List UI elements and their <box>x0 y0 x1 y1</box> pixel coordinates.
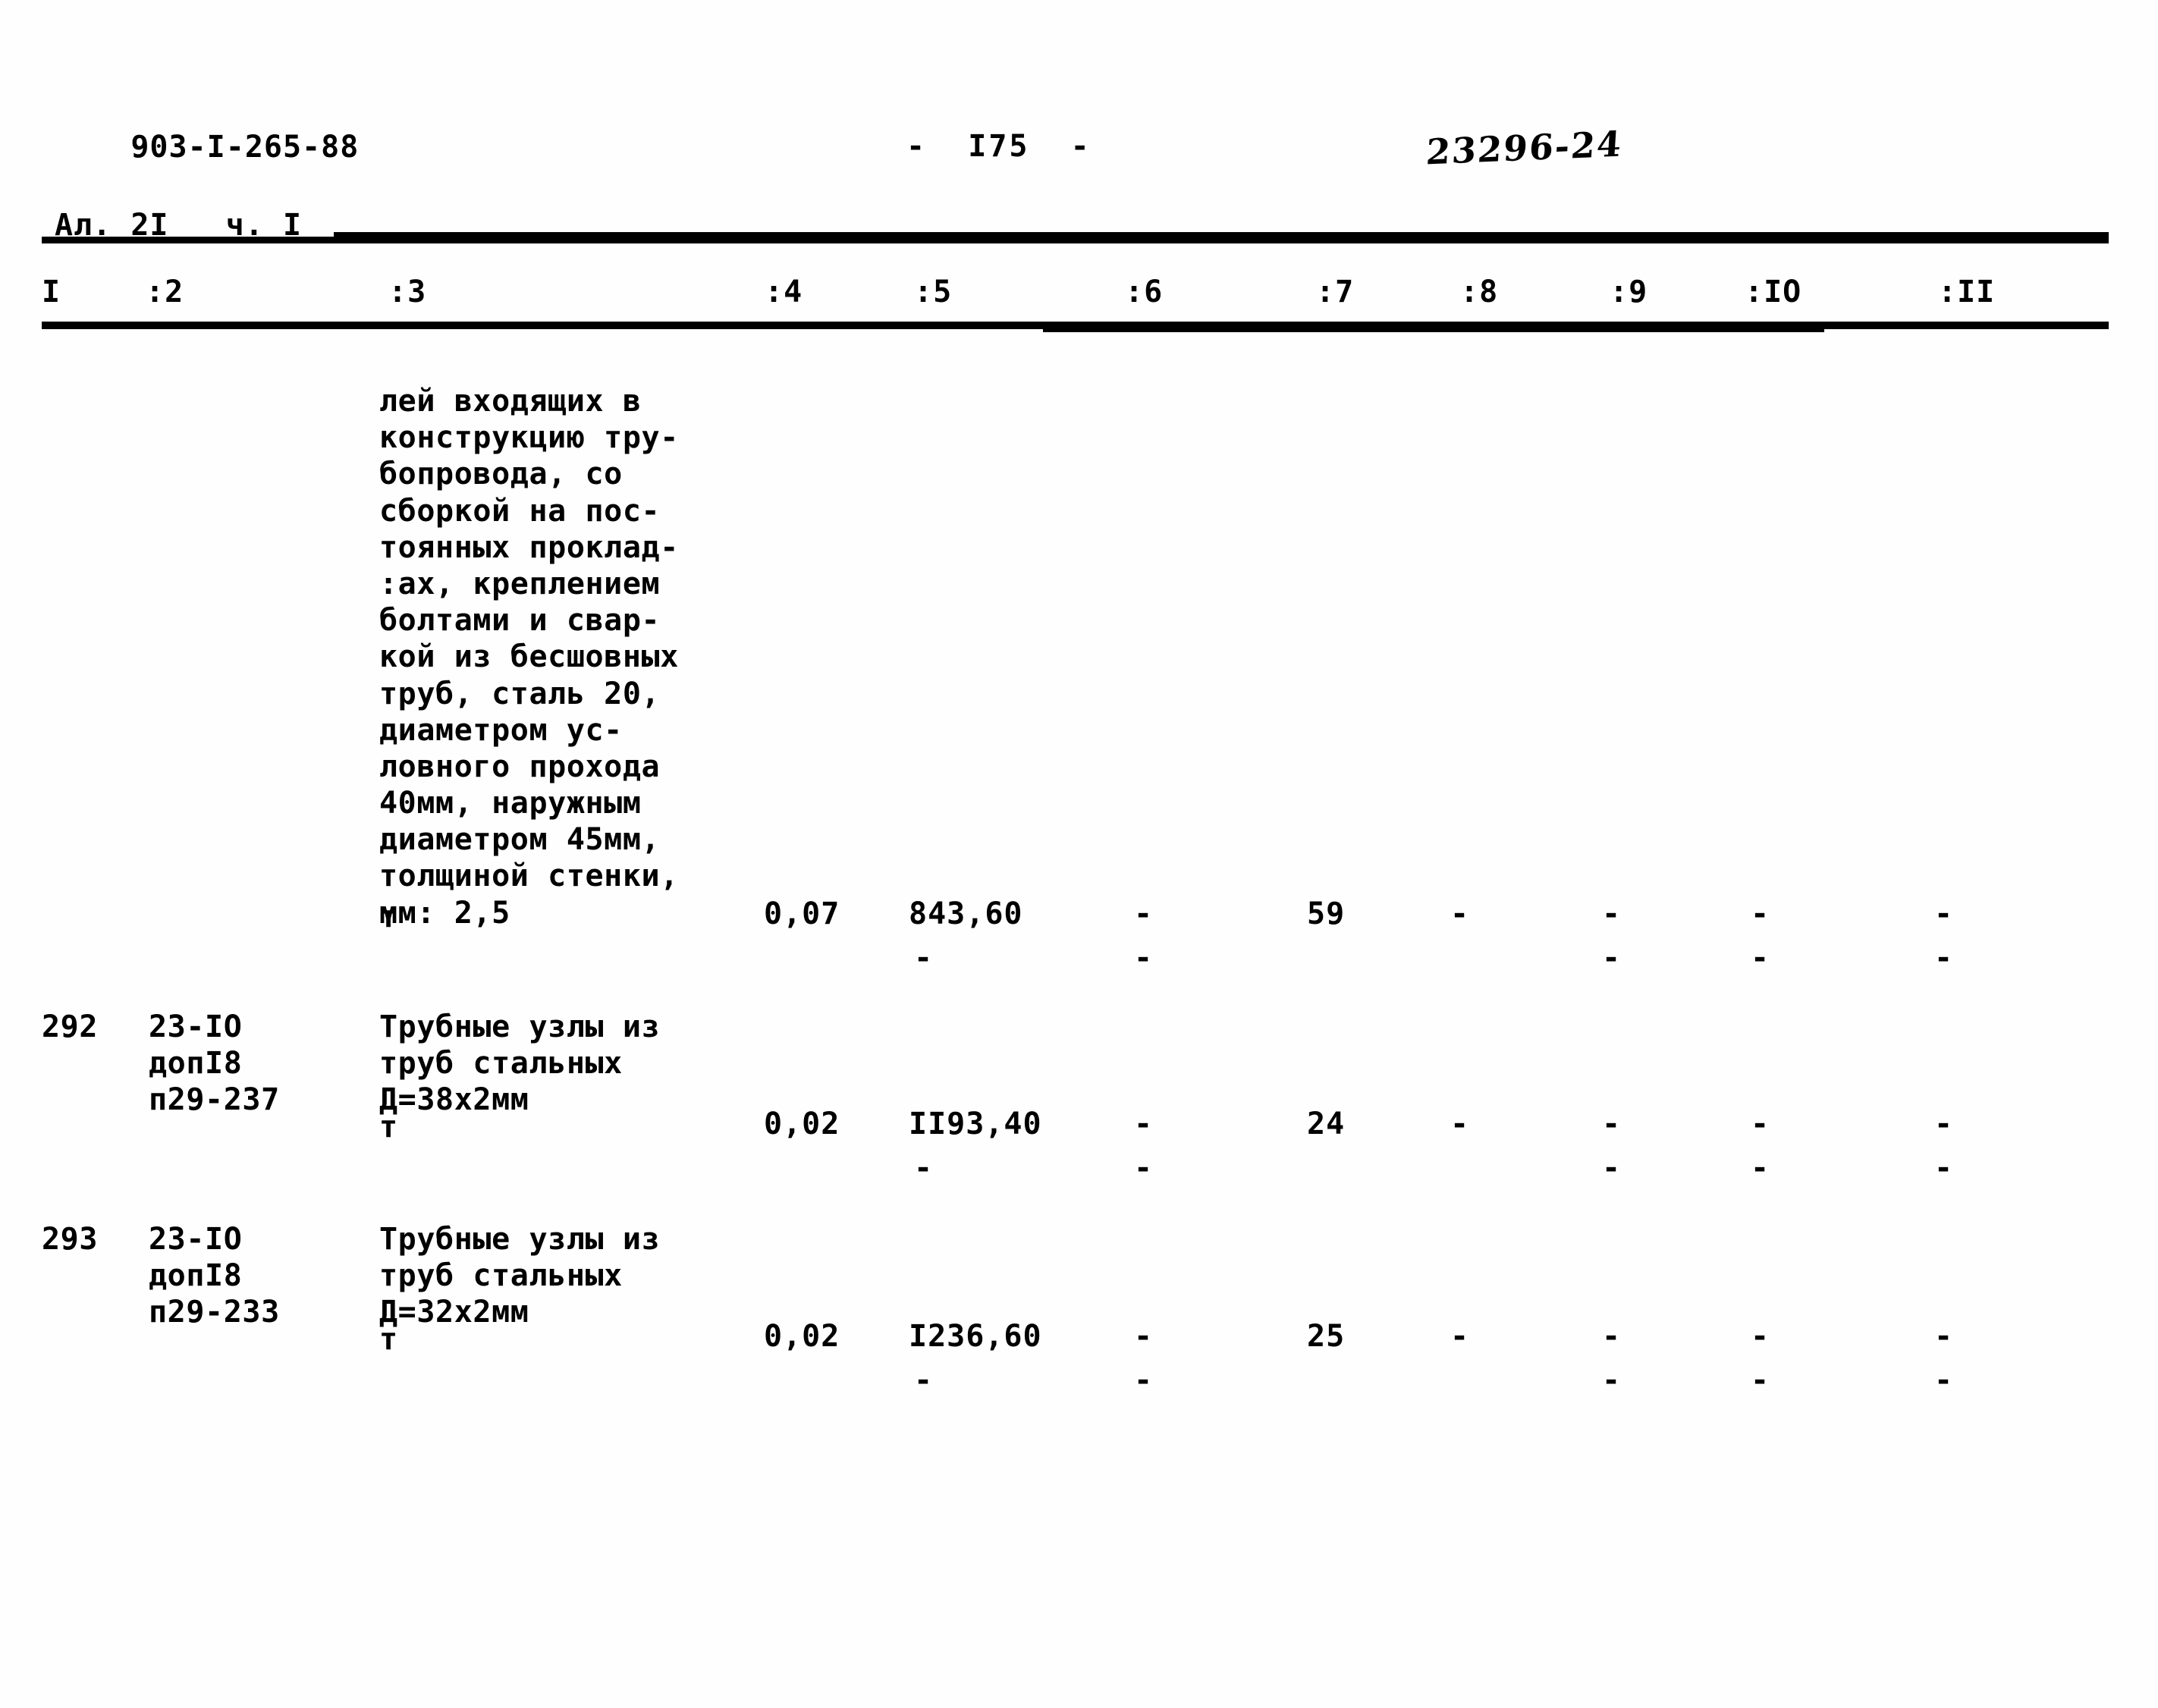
table-row-0-description: лей входящих в конструкцию тру- бопровод… <box>379 384 679 931</box>
column-header-3: :3 <box>388 275 427 309</box>
table-row-0-col11-sub: - <box>1934 940 1953 975</box>
table-row-0-col9: - <box>1602 896 1621 931</box>
table-row-0-unit: т <box>379 900 398 934</box>
table-row-1-col6-sub: - <box>1134 1151 1153 1185</box>
table-row-2-description: Трубные узлы из труб стальных Д=32х2мм <box>379 1222 661 1330</box>
table-row-2-col11-sub: - <box>1934 1363 1953 1398</box>
table-row-1-col10-sub: - <box>1751 1151 1770 1185</box>
column-header-5: :5 <box>914 275 953 309</box>
column-header-11: :II <box>1938 275 1996 309</box>
table-row-0-col8: - <box>1450 896 1469 931</box>
table-row-1-col9: - <box>1602 1107 1621 1141</box>
scanned-document-page: 903-I-265-88 Ал. 2I ч. I - I75 - 23296-2… <box>0 0 2158 1708</box>
table-row-0-col10: - <box>1751 896 1770 931</box>
column-header-8: :8 <box>1460 275 1499 309</box>
column-header-7: :7 <box>1316 275 1355 309</box>
table-row-1-col11: - <box>1934 1107 1953 1141</box>
table-row-1-col8: - <box>1450 1107 1469 1141</box>
table-row-2-col6: - <box>1134 1319 1153 1354</box>
table-row-1-number: 292 <box>42 1009 99 1044</box>
column-header-1: I <box>42 275 61 309</box>
column-header-9: :9 <box>1610 275 1648 309</box>
table-row-2-code: 23-IO допI8 п29-233 <box>149 1222 280 1330</box>
table-row-1-col5-sub: - <box>914 1151 933 1185</box>
table-top-rule-segment <box>334 232 2109 240</box>
table-row-2-col8: - <box>1450 1319 1469 1354</box>
table-row-2-unit: т <box>379 1322 398 1357</box>
table-row-2-col6-sub: - <box>1134 1363 1153 1398</box>
table-row-0-col10-sub: - <box>1751 940 1770 975</box>
column-header-4: :4 <box>765 275 803 309</box>
table-row-2-col10: - <box>1751 1319 1770 1354</box>
table-row-2-col5-sub: - <box>914 1363 933 1398</box>
table-row-1-code: 23-IO допI8 п29-237 <box>149 1009 280 1118</box>
handwritten-stamp: 23296-24 <box>1425 123 1624 173</box>
table-row-1-col9-sub: - <box>1602 1151 1621 1185</box>
table-row-2-col7: 25 <box>1307 1319 1346 1354</box>
table-row-1-col11-sub: - <box>1934 1151 1953 1185</box>
table-row-2-col10-sub: - <box>1751 1363 1770 1398</box>
table-row-1-col7: 24 <box>1307 1107 1346 1141</box>
table-row-1-col5: II93,40 <box>909 1107 1042 1141</box>
table-row-2-col4: 0,02 <box>764 1319 840 1354</box>
column-header-2: :2 <box>146 275 184 309</box>
table-row-1-col6: - <box>1134 1107 1153 1141</box>
table-bottom-rule-segment <box>1043 326 1824 332</box>
table-row-2-col11: - <box>1934 1319 1953 1354</box>
table-row-0-col6: - <box>1134 896 1153 931</box>
table-row-0-col5-sub: - <box>914 940 933 975</box>
document-code: 903-I-265-88 Ал. 2I ч. I <box>55 89 359 322</box>
table-row-2-col9: - <box>1602 1319 1621 1354</box>
table-row-0-col11: - <box>1934 896 1953 931</box>
table-row-2-number: 293 <box>42 1222 99 1257</box>
table-row-2-col5: I236,60 <box>909 1319 1042 1354</box>
table-row-0-col6-sub: - <box>1134 940 1153 975</box>
table-row-1-unit: т <box>379 1110 398 1144</box>
table-row-0-col7: 59 <box>1307 896 1346 931</box>
table-row-1-col10: - <box>1751 1107 1770 1141</box>
table-row-2-col9-sub: - <box>1602 1363 1621 1398</box>
column-header-6: :6 <box>1125 275 1164 309</box>
column-header-10: :IO <box>1745 275 1802 309</box>
table-row-1-col4: 0,02 <box>764 1107 840 1141</box>
table-row-1-description: Трубные узлы из труб стальных Д=38х2мм <box>379 1009 661 1118</box>
table-row-0-col4: 0,07 <box>764 896 840 931</box>
table-row-0-col5: 843,60 <box>909 896 1023 931</box>
page-number: - I75 - <box>906 129 1092 164</box>
table-row-0-col9-sub: - <box>1602 940 1621 975</box>
document-code-line1: 903-I-265-88 <box>130 130 360 165</box>
